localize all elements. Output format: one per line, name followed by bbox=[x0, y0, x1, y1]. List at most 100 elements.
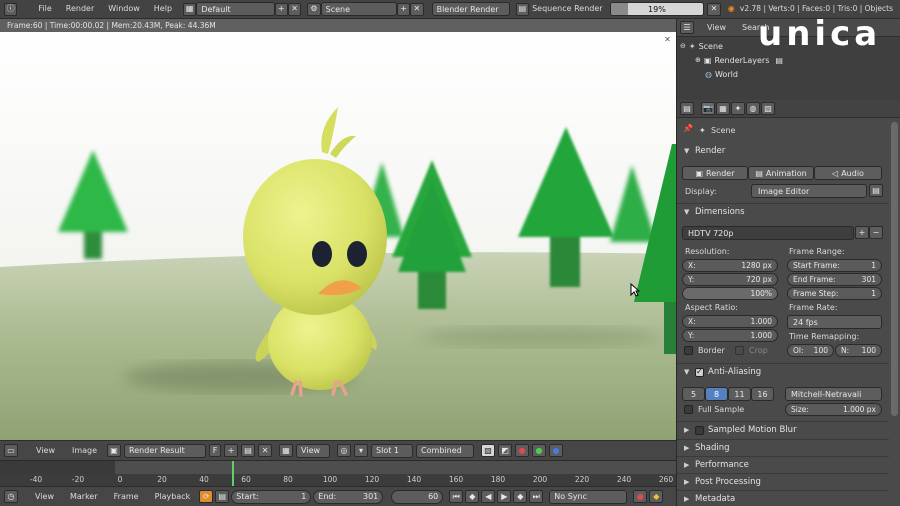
menu-marker[interactable]: Marker bbox=[63, 490, 105, 504]
sequence-render-label[interactable]: Sequence Render bbox=[529, 2, 609, 16]
full-sample-row[interactable]: Full Sample bbox=[684, 405, 744, 414]
menu-render[interactable]: Render bbox=[59, 2, 101, 16]
keying-set-icon[interactable]: ◆ bbox=[649, 490, 664, 503]
metadata-panel-header[interactable]: ▶ Metadata bbox=[677, 491, 887, 506]
aa-samples-8-button[interactable]: 8 bbox=[705, 387, 728, 401]
editor-type-icon[interactable]: ▭ bbox=[4, 444, 18, 457]
collapse-triangle-icon[interactable]: ▼ bbox=[684, 368, 691, 376]
menu-playback[interactable]: Playback bbox=[148, 490, 198, 504]
post-processing-panel-header[interactable]: ▶ Post Processing bbox=[677, 474, 887, 490]
prev-keyframe-icon[interactable]: ◆ bbox=[465, 490, 480, 503]
pin-icon[interactable]: 📌 bbox=[683, 124, 693, 133]
aa-samples-16-button[interactable]: 16 bbox=[751, 387, 774, 401]
pin-image-icon[interactable]: ▦ bbox=[279, 444, 294, 457]
image-editor-viewport[interactable]: Frame:60 | Time:00:00.02 | Mem:20.43M, P… bbox=[0, 19, 676, 440]
expand-triangle-icon[interactable]: ▶ bbox=[684, 478, 691, 486]
record-icon[interactable]: ● bbox=[633, 490, 648, 503]
menu-frame[interactable]: Frame bbox=[107, 490, 146, 504]
render-tab-icon[interactable]: 📷 bbox=[701, 102, 715, 115]
expand-triangle-icon[interactable]: ▶ bbox=[684, 495, 691, 503]
menu-image[interactable]: Image bbox=[65, 444, 104, 458]
border-checkbox[interactable] bbox=[684, 346, 693, 355]
sampled-motion-blur-panel-header[interactable]: ▶ Sampled Motion Blur bbox=[677, 422, 887, 438]
render-layers-tab-icon[interactable]: ▦ bbox=[716, 102, 730, 115]
add-scene-icon[interactable]: + bbox=[396, 2, 411, 16]
next-keyframe-icon[interactable]: ◆ bbox=[513, 490, 528, 503]
motion-blur-checkbox[interactable] bbox=[695, 425, 704, 435]
outliner-editor-type-icon[interactable]: ☰ bbox=[680, 21, 694, 34]
full-sample-checkbox[interactable] bbox=[684, 405, 693, 414]
menu-view[interactable]: View bbox=[29, 444, 62, 458]
collapse-triangle-icon[interactable]: ▼ bbox=[684, 147, 691, 155]
scene-icon[interactable]: ⚙ bbox=[307, 2, 321, 16]
view-mode-select[interactable]: View bbox=[296, 443, 331, 458]
add-preset-icon[interactable]: + bbox=[855, 226, 869, 239]
aa-samples-11-button[interactable]: 11 bbox=[728, 387, 751, 401]
border-checkbox-row[interactable]: Border bbox=[684, 346, 725, 355]
aa-filter-select[interactable]: Mitchell-Netravali bbox=[785, 387, 882, 401]
render-engine-select[interactable]: Blender Render bbox=[431, 2, 510, 16]
start-frame-property[interactable]: Start Frame: 1 bbox=[787, 259, 882, 272]
properties-scrollbar[interactable] bbox=[891, 122, 898, 416]
collapse-triangle-icon[interactable]: ▼ bbox=[684, 208, 691, 216]
performance-panel-header[interactable]: ▶ Performance bbox=[677, 457, 887, 473]
lock-interface-icon[interactable]: ▤ bbox=[869, 184, 883, 197]
frame-step-property[interactable]: Frame Step: 1 bbox=[787, 287, 882, 300]
render-audio-button[interactable]: ◁ Audio bbox=[814, 166, 882, 180]
resolution-y-field[interactable]: Y: 720 px bbox=[682, 273, 778, 286]
time-remap-old-field[interactable]: Ol: 100 bbox=[787, 344, 834, 357]
render-pass-select[interactable]: Combined bbox=[416, 443, 475, 458]
menu-timeline-view[interactable]: View bbox=[28, 490, 61, 504]
open-image-icon[interactable]: ▤ bbox=[241, 444, 256, 457]
render-animation-button[interactable]: ▤ Animation bbox=[748, 166, 814, 180]
aa-size-field[interactable]: Size: 1.000 px bbox=[785, 403, 882, 416]
time-remap-new-field[interactable]: N: 100 bbox=[835, 344, 882, 357]
outliner-row-world[interactable]: ◍ World bbox=[705, 67, 738, 81]
snap-icon[interactable]: ▾ bbox=[354, 444, 369, 457]
anti-aliasing-checkbox[interactable] bbox=[695, 367, 704, 377]
dimensions-panel-header[interactable]: ▼ Dimensions bbox=[677, 204, 887, 220]
aa-samples-5-button[interactable]: 5 bbox=[682, 387, 705, 401]
sequence-render-icon[interactable]: ▤ bbox=[515, 2, 530, 16]
outliner-row-renderlayers[interactable]: ⊕ ▣ RenderLayers ▤ bbox=[695, 53, 783, 67]
render-preset-select[interactable]: HDTV 720p bbox=[682, 226, 854, 240]
sync-mode-select[interactable]: No Sync bbox=[549, 489, 628, 504]
lock-range-icon[interactable]: ▤ bbox=[215, 490, 230, 503]
color-display-icon[interactable]: ◩ bbox=[498, 444, 513, 457]
expand-icon[interactable]: ⊖ bbox=[680, 42, 686, 50]
jump-end-icon[interactable]: ⏭ bbox=[529, 490, 544, 503]
end-frame-property[interactable]: End Frame: 301 bbox=[787, 273, 882, 286]
shading-panel-header[interactable]: ▶ Shading bbox=[677, 440, 887, 456]
aspect-y-field[interactable]: Y: 1.000 bbox=[682, 329, 778, 342]
remove-preset-icon[interactable]: − bbox=[869, 226, 883, 239]
play-icon[interactable]: ▶ bbox=[497, 490, 512, 503]
start-frame-field[interactable]: Start: 1 bbox=[231, 489, 312, 504]
screen-layout-field[interactable]: Default bbox=[196, 2, 275, 16]
alpha-display-icon[interactable]: ▧ bbox=[481, 444, 496, 457]
scene-tab-icon[interactable]: ✦ bbox=[731, 102, 745, 115]
image-name-field[interactable]: Render Result bbox=[124, 443, 207, 458]
menu-help[interactable]: Help bbox=[147, 2, 179, 16]
current-frame-cursor[interactable] bbox=[232, 461, 234, 486]
frame-rate-select[interactable]: 24 fps bbox=[787, 315, 882, 329]
end-frame-field[interactable]: End: 301 bbox=[313, 489, 384, 504]
preview-range-icon[interactable]: ⟳ bbox=[199, 490, 214, 503]
texture-tab-icon[interactable]: ▧ bbox=[761, 102, 775, 115]
properties-editor-type-icon[interactable]: ▤ bbox=[680, 102, 694, 115]
unlink-image-icon[interactable]: ✕ bbox=[258, 444, 273, 457]
current-frame-field[interactable]: 60 bbox=[391, 489, 444, 504]
jump-start-icon[interactable]: ⏮ bbox=[449, 490, 464, 503]
expand-triangle-icon[interactable]: ▶ bbox=[684, 426, 691, 434]
menu-file[interactable]: File bbox=[31, 2, 58, 16]
scene-field[interactable]: Scene bbox=[320, 2, 397, 16]
remove-scene-icon[interactable]: ✕ bbox=[410, 2, 424, 16]
crop-checkbox-row[interactable]: Crop bbox=[735, 346, 768, 355]
render-still-button[interactable]: ▣ Render bbox=[682, 166, 748, 180]
screen-layout-icon[interactable]: ▦ bbox=[183, 2, 197, 16]
add-layout-icon[interactable]: + bbox=[274, 2, 288, 16]
play-reverse-icon[interactable]: ◀ bbox=[481, 490, 496, 503]
info-editor-type-icon[interactable]: ⓘ bbox=[4, 2, 18, 16]
blue-channel-icon[interactable]: ● bbox=[549, 444, 564, 457]
remove-layout-icon[interactable]: ✕ bbox=[287, 2, 302, 16]
pivot-icon[interactable]: ◎ bbox=[337, 444, 352, 457]
